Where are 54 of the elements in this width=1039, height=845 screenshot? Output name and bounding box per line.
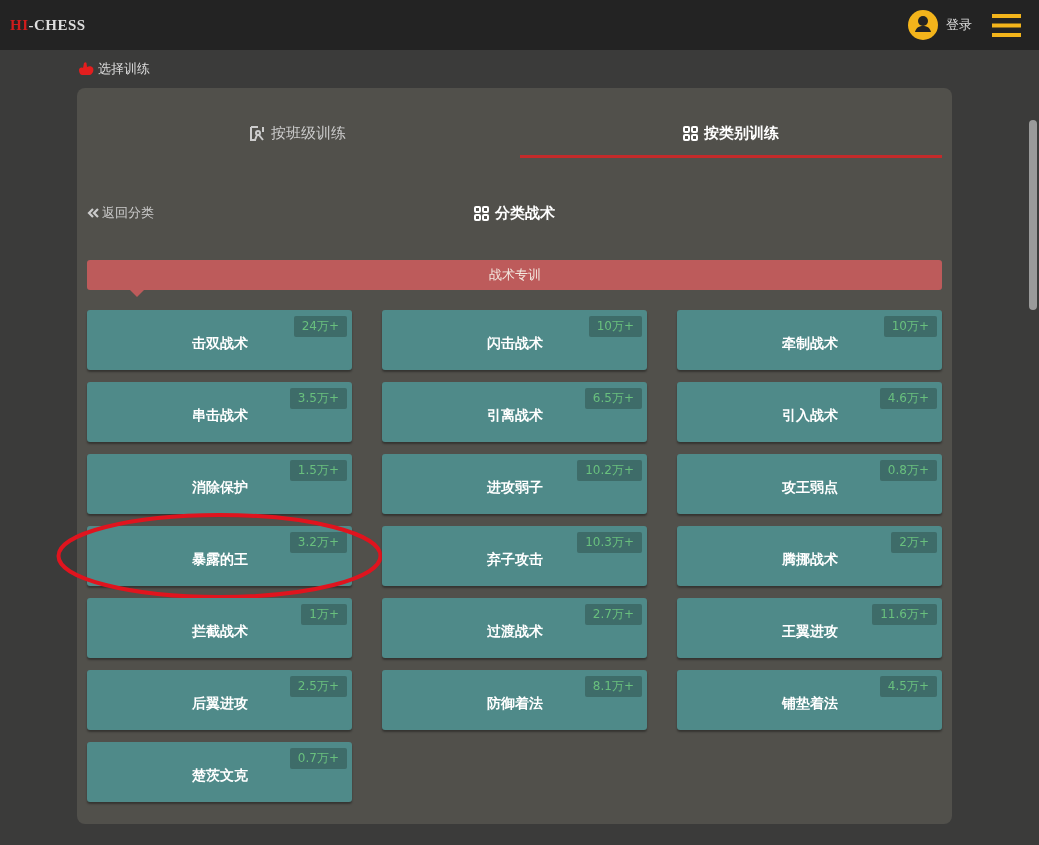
tactic-card[interactable]: 击双战术 24万+ <box>87 310 352 370</box>
tab[interactable]: 按班级训练 <box>87 112 510 158</box>
tactic-card[interactable]: 进攻弱子 10.2万+ <box>382 454 647 514</box>
count-badge: 4.5万+ <box>879 676 937 697</box>
grid-icon <box>474 205 489 221</box>
count-badge: 3.5万+ <box>289 388 347 409</box>
double-chevron-left-icon <box>87 208 99 218</box>
banner-pointer <box>130 290 144 297</box>
tactic-card[interactable]: 串击战术 3.5万+ <box>87 382 352 442</box>
tactic-card[interactable]: 王翼进攻 11.6万+ <box>677 598 942 658</box>
count-badge: 2万+ <box>891 532 937 553</box>
count-badge: 11.6万+ <box>872 604 937 625</box>
tactic-card[interactable]: 闪击战术 10万+ <box>382 310 647 370</box>
tactic-card[interactable]: 暴露的王 3.2万+ <box>87 526 352 586</box>
count-badge: 10.2万+ <box>577 460 642 481</box>
grid-icon <box>682 126 698 141</box>
tactic-card[interactable]: 后翼进攻 2.5万+ <box>87 670 352 730</box>
count-badge: 8.1万+ <box>584 676 642 697</box>
count-badge: 0.7万+ <box>289 748 347 769</box>
count-badge: 4.6万+ <box>879 388 937 409</box>
count-badge: 1.5万+ <box>289 460 347 481</box>
count-badge: 1万+ <box>301 604 347 625</box>
tactic-card[interactable]: 弃子攻击 10.3万+ <box>382 526 647 586</box>
count-badge: 2.7万+ <box>584 604 642 625</box>
menu-icon[interactable] <box>992 13 1021 37</box>
tactic-card[interactable]: 腾挪战术 2万+ <box>677 526 942 586</box>
logo[interactable]: HI-CHESS <box>10 16 86 34</box>
count-badge: 10万+ <box>883 316 937 337</box>
count-badge: 10万+ <box>588 316 642 337</box>
tactic-card[interactable]: 攻王弱点 0.8万+ <box>677 454 942 514</box>
tactic-card[interactable]: 楚茨文克 0.7万+ <box>87 742 352 802</box>
breadcrumb: 选择训练 <box>98 60 150 78</box>
count-badge: 2.5万+ <box>289 676 347 697</box>
tactic-card[interactable]: 牵制战术 10万+ <box>677 310 942 370</box>
section-title: 分类战术 <box>495 203 555 223</box>
category-banner: 战术专训 <box>87 260 942 290</box>
tactic-card[interactable]: 铺垫着法 4.5万+ <box>677 670 942 730</box>
tactic-card[interactable]: 过渡战术 2.7万+ <box>382 598 647 658</box>
user-icon[interactable] <box>908 10 938 40</box>
hand-icon <box>78 62 94 76</box>
tactic-card[interactable]: 消除保护 1.5万+ <box>87 454 352 514</box>
id-card-icon <box>250 126 266 141</box>
tab[interactable]: 按类别训练 <box>519 112 942 158</box>
tactic-card[interactable]: 防御着法 8.1万+ <box>382 670 647 730</box>
count-badge: 0.8万+ <box>879 460 937 481</box>
count-badge: 24万+ <box>293 316 347 337</box>
count-badge: 6.5万+ <box>584 388 642 409</box>
tactic-card[interactable]: 引离战术 6.5万+ <box>382 382 647 442</box>
count-badge: 3.2万+ <box>289 532 347 553</box>
count-badge: 10.3万+ <box>577 532 642 553</box>
tactic-card[interactable]: 引入战术 4.6万+ <box>677 382 942 442</box>
back-link[interactable]: 返回分类 <box>87 204 474 222</box>
login-link[interactable]: 登录 <box>946 16 972 34</box>
tactic-card[interactable]: 拦截战术 1万+ <box>87 598 352 658</box>
